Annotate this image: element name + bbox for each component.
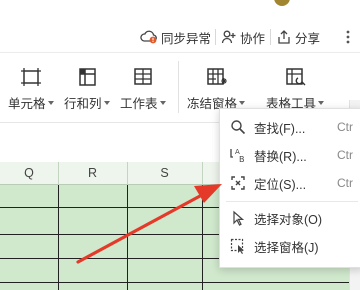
menu-item-label: 查找(F)... xyxy=(254,121,306,136)
divider xyxy=(215,29,216,45)
divider xyxy=(178,61,179,113)
title-bar: 同步异常 协作 分享 xyxy=(0,0,360,52)
shortcut-hint: Ctr xyxy=(337,120,353,134)
cell-icon xyxy=(17,63,45,91)
sync-status-button[interactable]: 同步异常 xyxy=(140,27,211,47)
cloud-sync-warning-icon xyxy=(140,29,158,45)
menu-item-replace[interactable]: A B 替换(R)... Ctr xyxy=(220,141,360,169)
share-label: 分享 xyxy=(295,31,321,46)
chevron-down-icon xyxy=(318,100,325,105)
select-object-icon xyxy=(229,209,247,227)
avatar[interactable] xyxy=(274,0,290,6)
table-tools-icon xyxy=(281,63,309,91)
locate-icon xyxy=(229,174,247,192)
worksheet-button[interactable]: 工作表 xyxy=(120,63,166,112)
divider xyxy=(270,29,271,45)
selection-pane-icon xyxy=(229,237,247,255)
cell-button[interactable]: 单元格 xyxy=(8,63,54,112)
menu-item-label: 替换(R)... xyxy=(254,149,307,164)
menu-item-label: 定位(S)... xyxy=(254,177,307,192)
gridline xyxy=(0,282,360,283)
gridline xyxy=(202,185,203,290)
share-button[interactable]: 分享 xyxy=(276,27,320,47)
row-column-label: 行和列 xyxy=(64,97,102,111)
share-icon xyxy=(276,29,292,45)
chevron-down-icon xyxy=(47,100,54,105)
find-dropdown-menu: 查找(F)... Ctr A B 替换(R)... Ctr 定位(S)... C… xyxy=(219,108,360,268)
table-tools-button[interactable]: 表格工具 xyxy=(266,63,325,112)
gridline xyxy=(127,185,128,290)
freeze-pane-icon xyxy=(202,63,230,91)
shortcut-hint: Ctr xyxy=(337,176,353,190)
freeze-panes-button[interactable]: 冻结窗格 xyxy=(187,63,246,112)
cell-label: 单元格 xyxy=(8,97,46,111)
column-header-r[interactable]: R xyxy=(58,162,127,185)
menu-divider xyxy=(226,201,358,202)
replace-icon: A B xyxy=(229,146,247,164)
menu-item-select-objects[interactable]: 选择对象(O) xyxy=(220,204,360,232)
column-header-q[interactable]: Q xyxy=(0,162,58,185)
collaborate-label: 协作 xyxy=(240,31,266,46)
worksheet-label: 工作表 xyxy=(120,97,158,111)
column-header-s[interactable]: S xyxy=(127,162,202,185)
sync-status-label: 同步异常 xyxy=(161,31,212,46)
menu-item-find[interactable]: 查找(F)... Ctr xyxy=(220,113,360,141)
row-col-icon xyxy=(73,63,101,91)
gridline xyxy=(58,185,59,290)
shortcut-hint: Ctr xyxy=(337,148,353,162)
chevron-down-icon xyxy=(159,100,166,105)
chevron-down-icon xyxy=(103,100,110,105)
search-icon xyxy=(229,118,247,136)
svg-text:B: B xyxy=(239,155,245,164)
menu-item-locate[interactable]: 定位(S)... Ctr xyxy=(220,169,360,197)
add-user-icon xyxy=(221,29,237,45)
menu-item-selection-pane[interactable]: 选择窗格(J) xyxy=(220,232,360,260)
worksheet-icon xyxy=(129,63,157,91)
row-column-button[interactable]: 行和列 xyxy=(64,63,110,112)
more-options-icon[interactable] xyxy=(340,27,356,47)
collaborate-button[interactable]: 协作 xyxy=(221,27,265,47)
menu-item-label: 选择对象(O) xyxy=(254,212,323,227)
menu-item-label: 选择窗格(J) xyxy=(254,240,319,255)
chevron-down-icon xyxy=(239,100,246,105)
